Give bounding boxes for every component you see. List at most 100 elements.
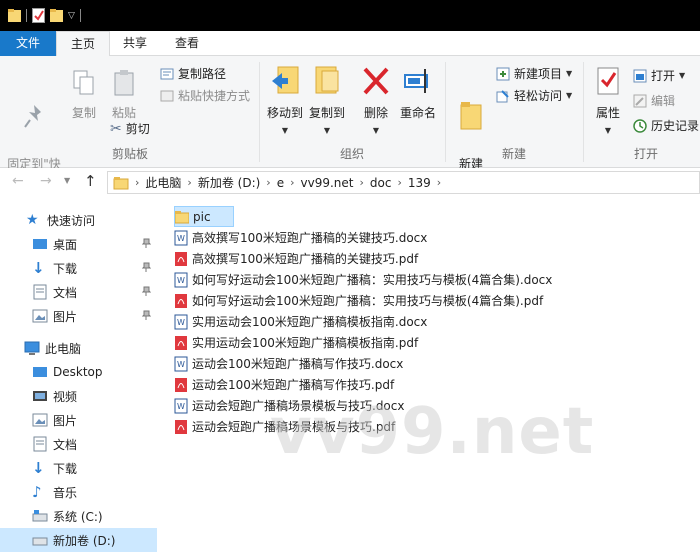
back-arrow-icon[interactable]: ←	[12, 173, 24, 189]
tab-file[interactable]: 文件	[0, 31, 56, 56]
delete-button[interactable]: 删除 ▼	[358, 65, 394, 139]
breadcrumb-drive-d[interactable]: 新加卷 (D:)	[198, 174, 260, 191]
copy-to-button[interactable]: 复制到 ▼	[306, 65, 348, 139]
nav-item-drive-d[interactable]: 新加卷 (D:)	[0, 528, 157, 552]
pdf-document-icon	[175, 335, 187, 350]
breadcrumb-this-pc[interactable]: 此电脑	[145, 174, 181, 191]
navigation-bar: ← → ▼ ↑ › 此电脑 › 新加卷 (D:) › e › vv99.net …	[0, 168, 700, 197]
forward-arrow-icon[interactable]: →	[40, 173, 52, 189]
nav-item-label: 文档	[53, 437, 78, 452]
file-name: 实用运动会100米短跑广播稿模板指南.pdf	[192, 336, 419, 350]
nav-item-music[interactable]: ♪ 音乐	[0, 480, 157, 504]
list-item[interactable]: W 实用运动会100米短跑广播稿模板指南.docx	[174, 311, 427, 332]
picture-icon	[32, 413, 48, 427]
address-bar[interactable]: › 此电脑 › 新加卷 (D:) › e › vv99.net › doc › …	[107, 171, 700, 194]
pdf-document-icon	[175, 419, 187, 434]
nav-item-pictures[interactable]: 图片	[0, 304, 157, 328]
folder-icon[interactable]	[8, 8, 21, 23]
file-name: 如何写好运动会100米短跑广播稿：实用技巧与模板(4篇合集).pdf	[192, 294, 544, 308]
nav-item-downloads-pc[interactable]: ↓ 下载	[0, 456, 157, 480]
edit-button[interactable]: 编辑	[633, 92, 675, 109]
nav-item-desktop-pc[interactable]: Desktop	[0, 360, 157, 384]
nav-item-label: 下载	[53, 461, 78, 476]
breadcrumb-chevron-icon: ›	[135, 176, 140, 189]
breadcrumb-chevron-icon[interactable]: ›	[397, 176, 401, 189]
breadcrumb-139[interactable]: 139	[408, 176, 431, 190]
breadcrumb-chevron-icon[interactable]: ›	[187, 176, 191, 189]
nav-item-documents-pc[interactable]: 文档	[0, 432, 157, 456]
list-item[interactable]: W 如何写好运动会100米短跑广播稿：实用技巧与模板(4篇合集).docx	[174, 269, 552, 290]
new-group-label: 新建	[501, 147, 526, 161]
nav-quick-access[interactable]: ★ 快速访问	[0, 208, 157, 232]
properties-button[interactable]: 属性 ▼	[589, 65, 627, 139]
nav-item-label: 新加卷 (D:)	[53, 533, 116, 548]
open-icon	[633, 69, 647, 82]
list-item[interactable]: 实用运动会100米短跑广播稿模板指南.pdf	[174, 332, 418, 353]
nav-item-label: 视频	[53, 389, 78, 404]
nav-item-drive-c[interactable]: 系统 (C:)	[0, 504, 157, 528]
new-folder-icon	[450, 82, 492, 136]
document-icon	[33, 284, 47, 300]
file-name: 运动会短跑广播稿场景模板与技巧.pdf	[192, 420, 396, 434]
scissors-icon: ✂	[110, 120, 122, 137]
chevron-down-icon: ▼	[372, 126, 380, 135]
move-to-button[interactable]: 移动到 ▼	[264, 65, 306, 139]
new-item-button[interactable]: 新建项目 ▼	[496, 65, 572, 82]
pin-icon	[4, 86, 64, 136]
up-arrow-icon[interactable]: ↑	[84, 172, 97, 190]
file-name: 运动会短跑广播稿场景模板与技巧.docx	[192, 399, 405, 413]
copy-to-icon	[306, 65, 348, 102]
paste-shortcut-button[interactable]: 粘贴快捷方式	[160, 87, 250, 104]
new-item-icon	[496, 67, 510, 80]
breadcrumb-vv99[interactable]: vv99.net	[301, 176, 354, 190]
properties-check-icon[interactable]	[32, 8, 45, 23]
breadcrumb-chevron-icon[interactable]: ›	[437, 176, 441, 189]
nav-item-videos[interactable]: 视频	[0, 384, 157, 408]
breadcrumb-chevron-icon[interactable]: ›	[266, 176, 270, 189]
list-item[interactable]: W 运动会短跑广播稿场景模板与技巧.docx	[174, 395, 404, 416]
breadcrumb-chevron-icon[interactable]: ›	[359, 176, 363, 189]
paste-button[interactable]: 粘贴	[106, 69, 142, 122]
svg-text:W: W	[177, 276, 185, 285]
nav-item-pictures-pc[interactable]: 图片	[0, 408, 157, 432]
list-item[interactable]: 运动会短跑广播稿场景模板与技巧.pdf	[174, 416, 395, 437]
nav-item-label: 图片	[53, 413, 78, 428]
list-item[interactable]: 运动会100米短跑广播稿写作技巧.pdf	[174, 374, 394, 395]
cut-button[interactable]: ✂ 剪切	[110, 120, 150, 137]
ribbon: 固定到"快 速访问" 复制 粘贴 复制路径 粘贴快捷方式 ✂ 剪切 剪贴板 移动…	[0, 56, 700, 188]
customize-toolbar-chevron-icon[interactable]: ▽	[68, 11, 75, 21]
ribbon-tabs: 文件 主页 共享 查看	[0, 31, 700, 57]
nav-item-label: 文档	[53, 285, 78, 300]
new-folder-icon[interactable]	[50, 8, 63, 23]
breadcrumb-chevron-icon[interactable]: ›	[290, 176, 294, 189]
nav-this-pc-label: 此电脑	[45, 341, 82, 356]
folder-icon	[113, 176, 129, 189]
list-item[interactable]: W 运动会100米短跑广播稿写作技巧.docx	[174, 353, 403, 374]
history-button[interactable]: 历史记录	[633, 117, 699, 134]
music-note-icon: ♪	[32, 483, 42, 501]
tab-view[interactable]: 查看	[163, 31, 211, 56]
list-item[interactable]: 如何写好运动会100米短跑广播稿：实用技巧与模板(4篇合集).pdf	[174, 290, 543, 311]
nav-item-downloads[interactable]: ↓ 下载	[0, 256, 157, 280]
word-document-icon: W	[174, 398, 188, 413]
breadcrumb-e[interactable]: e	[277, 176, 284, 190]
open-button[interactable]: 打开 ▼	[633, 67, 685, 84]
nav-item-desktop[interactable]: 桌面	[0, 232, 157, 256]
file-name: 运动会100米短跑广播稿写作技巧.docx	[192, 357, 404, 371]
rename-button[interactable]: 重命名	[397, 65, 439, 122]
tab-home[interactable]: 主页	[56, 31, 110, 57]
move-to-icon	[264, 65, 306, 102]
copy-path-button[interactable]: 复制路径	[160, 65, 226, 82]
tab-share[interactable]: 共享	[112, 31, 158, 56]
easy-access-button[interactable]: 轻松访问 ▼	[496, 87, 572, 104]
list-item[interactable]: 高效撰写100米短跑广播稿的关键技巧.pdf	[174, 248, 418, 269]
breadcrumb-doc[interactable]: doc	[370, 176, 392, 190]
nav-item-documents[interactable]: 文档	[0, 280, 157, 304]
open-group-label: 打开	[633, 147, 658, 161]
list-item[interactable]: W 高效撰写100米短跑广播稿的关键技巧.docx	[174, 227, 427, 248]
list-item-folder-pic[interactable]: pic	[174, 206, 234, 227]
recent-locations-chevron-icon[interactable]: ▼	[64, 176, 70, 185]
paste-shortcut-icon	[160, 90, 174, 101]
copy-button[interactable]: 复制	[66, 69, 102, 122]
nav-this-pc[interactable]: 此电脑	[0, 336, 157, 360]
